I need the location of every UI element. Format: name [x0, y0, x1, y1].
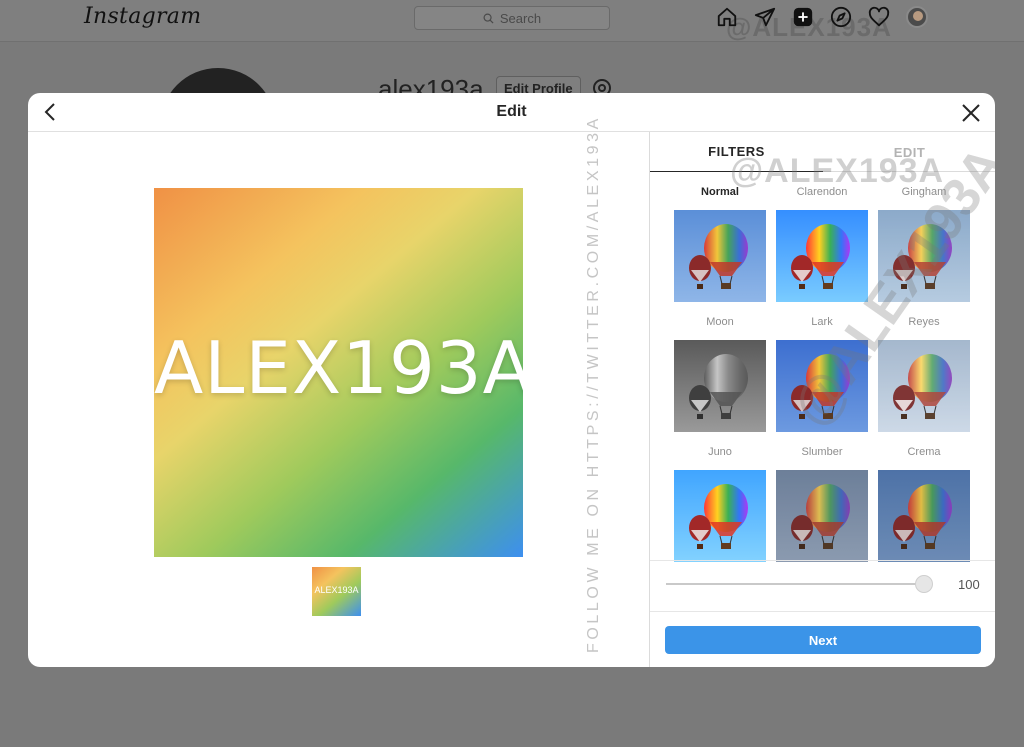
image-preview: ALEX193A	[154, 188, 523, 557]
filter-juno[interactable]: Juno	[674, 446, 766, 562]
home-icon[interactable]	[716, 6, 738, 28]
filter-clarendon[interactable]: Clarendon	[776, 186, 868, 302]
filter-preview-image	[878, 470, 970, 562]
intensity-slider-area: 100	[650, 560, 995, 612]
search-input[interactable]: Search	[414, 6, 610, 30]
filter-name: Crema	[907, 446, 941, 458]
filter-lark[interactable]: Lark	[776, 316, 868, 432]
filter-gingham[interactable]: Gingham	[878, 186, 970, 302]
filters-sidebar: FILTERS EDIT Normal Clarendon Gingham Moon L…	[649, 132, 995, 667]
filter-name: Lark	[811, 316, 833, 328]
preview-text: ALEX193A	[154, 326, 523, 410]
explore-icon[interactable]	[830, 6, 852, 28]
thumbnail-text: ALEX193A	[314, 585, 359, 595]
close-button[interactable]	[959, 101, 983, 125]
intensity-slider-knob[interactable]	[915, 575, 933, 593]
top-navigation-bar: Instagram Search @ALEX193A	[0, 0, 1024, 42]
filter-normal[interactable]: Normal	[674, 186, 766, 302]
filter-preview-image	[878, 340, 970, 432]
filter-crema[interactable]: Crema	[878, 446, 970, 562]
intensity-slider-fill	[666, 583, 924, 585]
filter-preview-image	[776, 210, 868, 302]
profile-avatar-small[interactable]	[906, 6, 928, 28]
modal-title: Edit	[496, 103, 527, 120]
search-icon	[483, 13, 494, 24]
filter-name: Reyes	[908, 316, 940, 328]
filter-preview-image	[674, 210, 766, 302]
filter-reyes[interactable]: Reyes	[878, 316, 970, 432]
filter-preview-image	[674, 340, 766, 432]
intensity-value: 100	[958, 577, 980, 592]
tab-filters[interactable]: FILTERS	[650, 132, 823, 172]
direct-icon[interactable]	[754, 6, 776, 28]
close-icon	[962, 104, 980, 122]
filter-preview-image	[674, 470, 766, 562]
filter-name: Juno	[708, 446, 732, 458]
search-placeholder: Search	[499, 10, 542, 26]
filter-moon[interactable]: Moon	[674, 316, 766, 432]
nav-icons	[716, 6, 928, 28]
edit-modal: Edit ALEX193A ALEX193A FOLLOW ME ON HTTP…	[28, 93, 995, 667]
filter-name: Slumber	[801, 446, 843, 458]
vertical-watermark: FOLLOW ME ON HTTPS://TWITTER.COM/ALEX193…	[585, 115, 602, 653]
filter-name: Normal	[701, 186, 739, 198]
tab-edit[interactable]: EDIT	[823, 132, 995, 172]
new-post-icon[interactable]	[792, 6, 814, 28]
filter-preview-image	[776, 340, 868, 432]
next-button[interactable]: Next	[665, 626, 981, 654]
instagram-logo[interactable]: Instagram	[84, 4, 201, 29]
intensity-slider-track[interactable]	[666, 575, 933, 593]
modal-header: Edit	[28, 93, 995, 132]
filter-preview-image	[878, 210, 970, 302]
image-thumbnail[interactable]: ALEX193A	[312, 567, 361, 616]
filter-name: Gingham	[901, 186, 947, 198]
sidebar-tabs: FILTERS EDIT	[650, 132, 995, 172]
filter-name: Moon	[706, 316, 734, 328]
filter-preview-image	[776, 470, 868, 562]
filter-name: Clarendon	[796, 186, 848, 198]
filter-slumber[interactable]: Slumber	[776, 446, 868, 562]
heart-icon[interactable]	[868, 6, 890, 28]
